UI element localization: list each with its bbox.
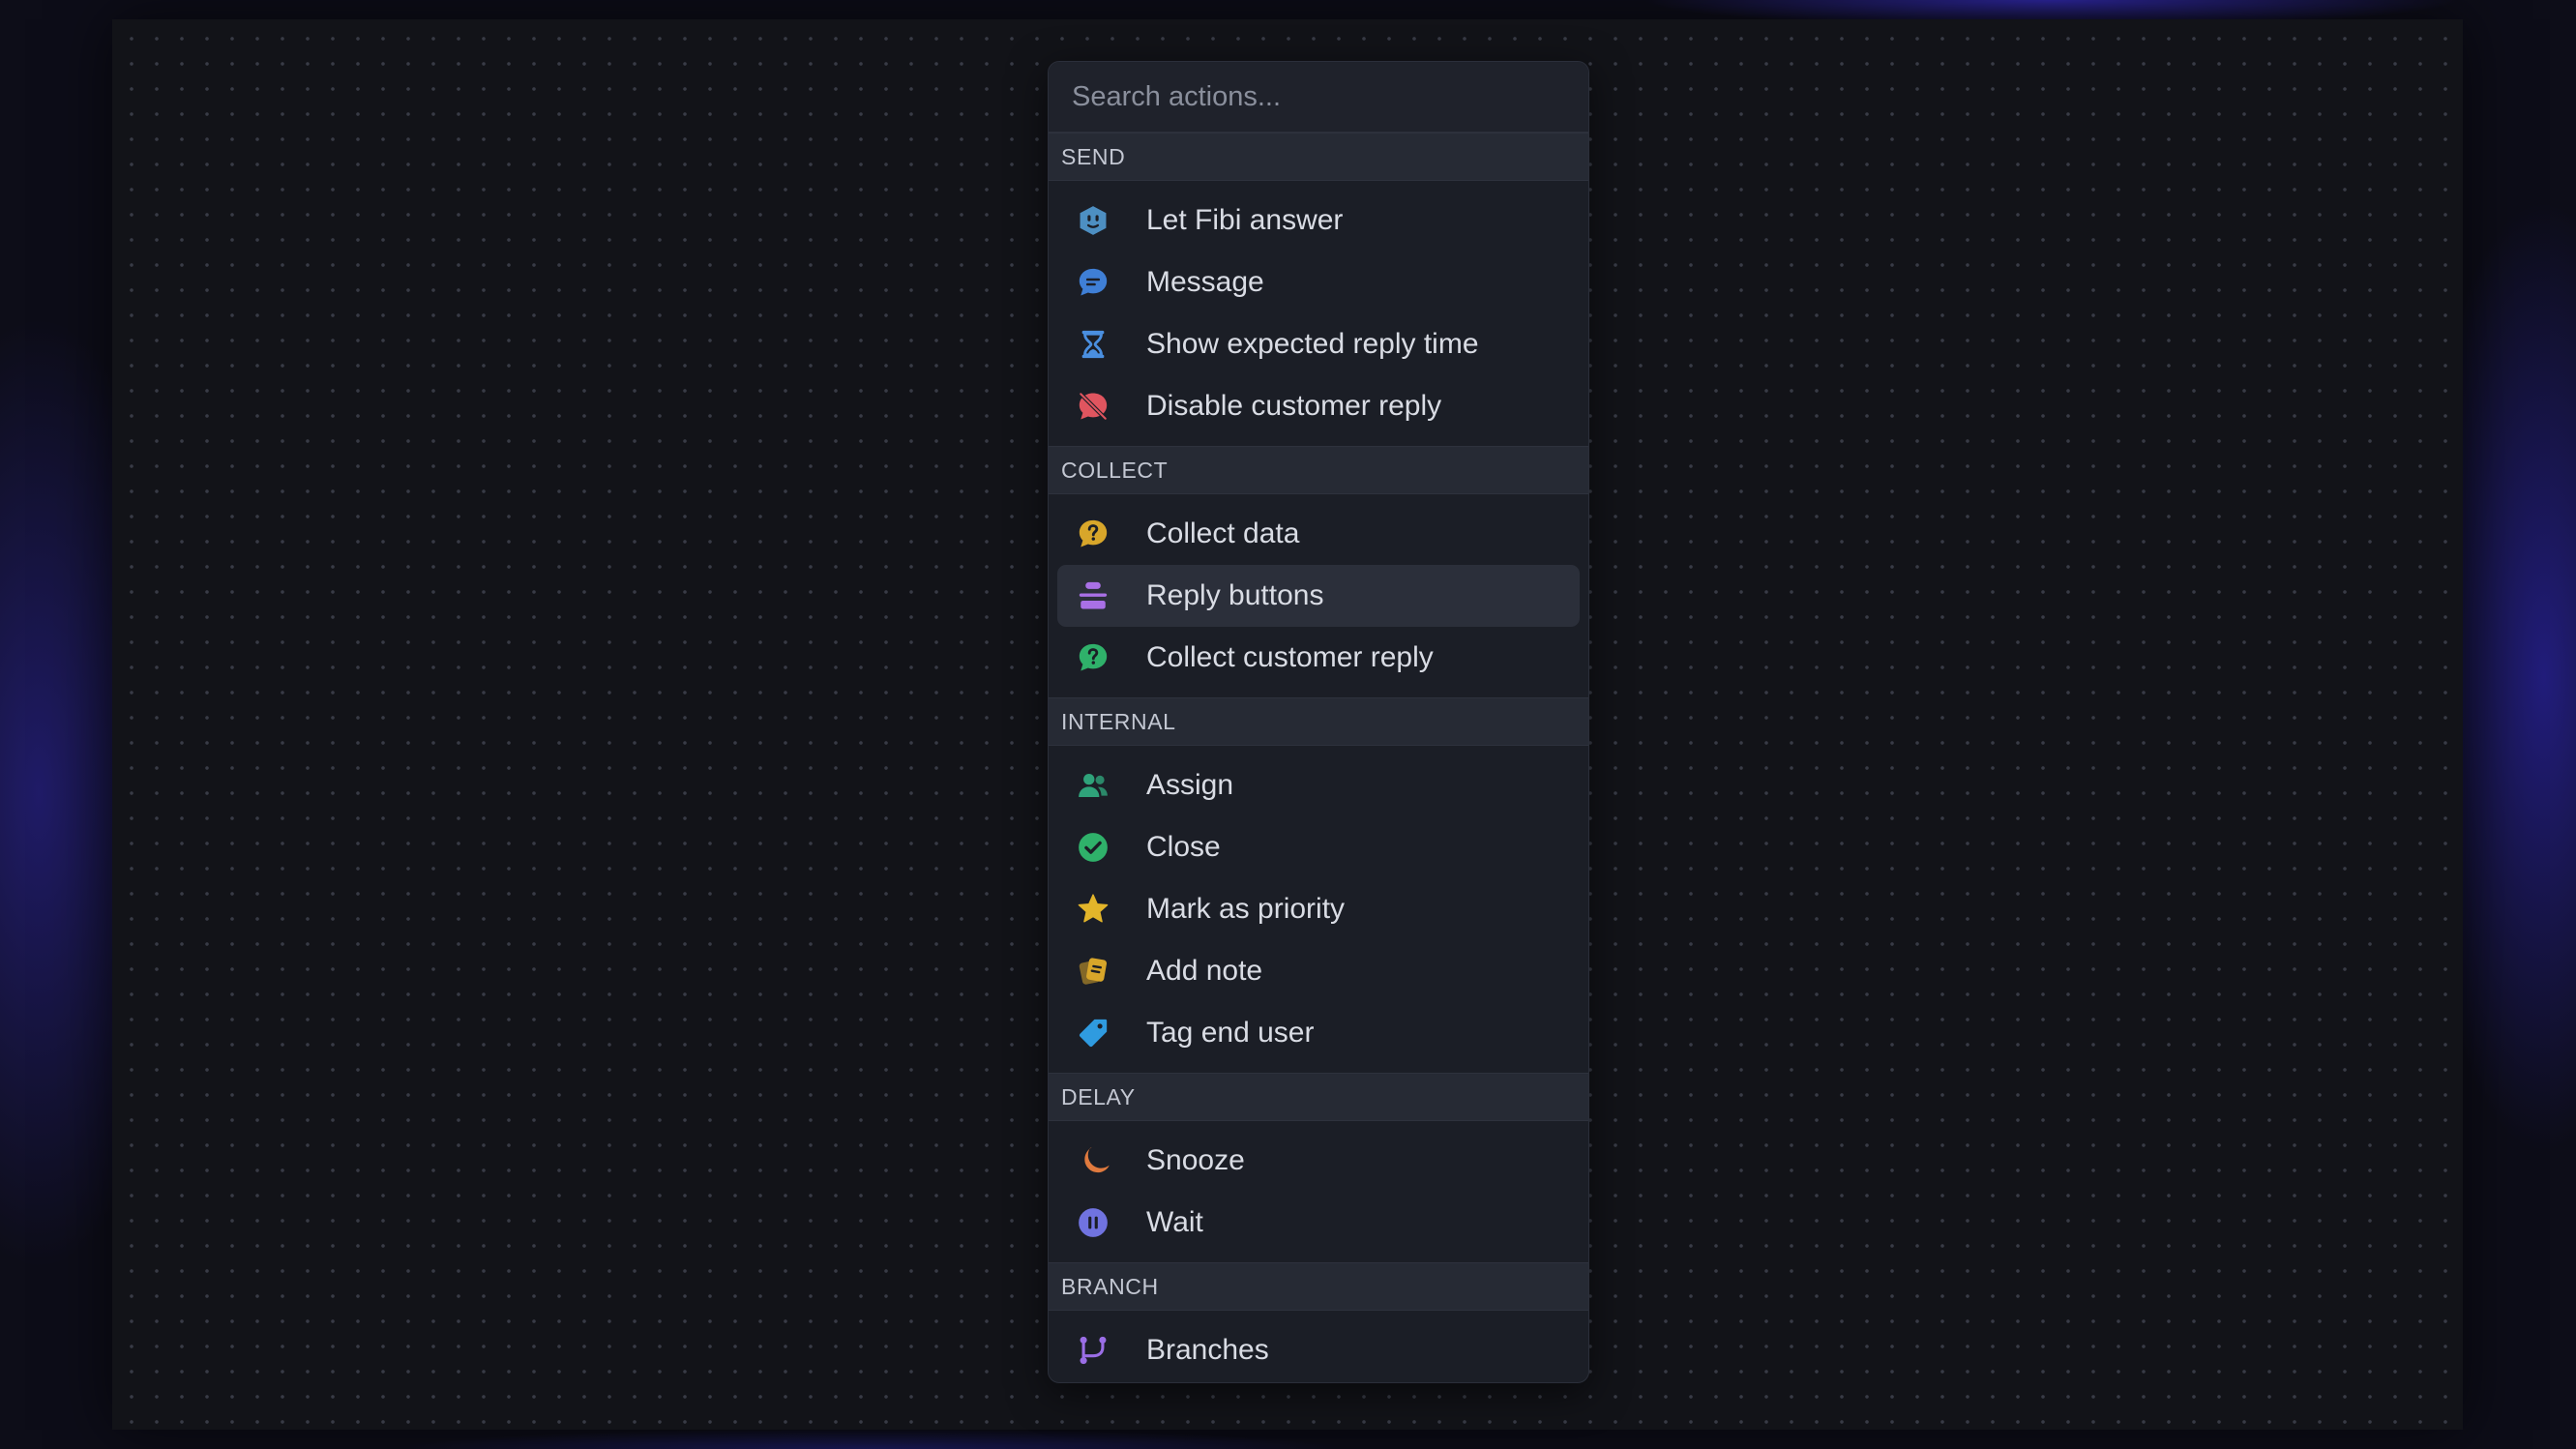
action-item-show-expected-reply-time[interactable]: Show expected reply time bbox=[1057, 313, 1580, 375]
action-item-label: Snooze bbox=[1146, 1144, 1245, 1176]
branch-icon bbox=[1077, 1334, 1110, 1367]
action-item-label: Let Fibi answer bbox=[1146, 204, 1344, 236]
search-bar bbox=[1049, 62, 1588, 133]
action-sections: SEND Let Fibi answer Message Show expected … bbox=[1049, 133, 1588, 1382]
action-item-label: Close bbox=[1146, 831, 1221, 863]
chat-disabled-icon bbox=[1077, 390, 1110, 423]
action-item-close[interactable]: Close bbox=[1057, 816, 1580, 878]
action-picker-panel: SEND Let Fibi answer Message Show expected … bbox=[1048, 61, 1589, 1383]
reply-buttons-icon bbox=[1077, 579, 1110, 612]
star-icon bbox=[1077, 893, 1110, 926]
action-item-add-note[interactable]: Add note bbox=[1057, 940, 1580, 1002]
section-group-collect: Collect data Reply buttons Collect custome… bbox=[1049, 494, 1588, 697]
users-icon bbox=[1077, 769, 1110, 802]
action-item-label: Add note bbox=[1146, 955, 1263, 987]
action-item-disable-customer-reply[interactable]: Disable customer reply bbox=[1057, 375, 1580, 437]
section-group-internal: Assign Close Mark as priority Add note Tag e… bbox=[1049, 746, 1588, 1073]
action-item-assign[interactable]: Assign bbox=[1057, 754, 1580, 816]
section-group-branch: Branches bbox=[1049, 1311, 1588, 1382]
action-item-let-fibi-answer[interactable]: Let Fibi answer bbox=[1057, 190, 1580, 251]
moon-icon bbox=[1077, 1144, 1110, 1177]
action-item-branches[interactable]: Branches bbox=[1057, 1319, 1580, 1381]
action-item-label: Tag end user bbox=[1146, 1017, 1315, 1049]
question-bubble-icon bbox=[1077, 518, 1110, 550]
action-item-message[interactable]: Message bbox=[1057, 251, 1580, 313]
section-group-delay: Snooze Wait bbox=[1049, 1121, 1588, 1262]
section-header-delay: DELAY bbox=[1049, 1073, 1588, 1121]
action-item-label: Branches bbox=[1146, 1334, 1269, 1366]
section-group-send: Let Fibi answer Message Show expected repl… bbox=[1049, 181, 1588, 446]
check-circle-icon bbox=[1077, 831, 1110, 864]
action-item-label: Collect data bbox=[1146, 518, 1300, 549]
note-icon bbox=[1077, 955, 1110, 988]
tag-icon bbox=[1077, 1017, 1110, 1050]
action-item-collect-data[interactable]: Collect data bbox=[1057, 503, 1580, 565]
action-item-wait[interactable]: Wait bbox=[1057, 1192, 1580, 1254]
section-header-branch: BRANCH bbox=[1049, 1262, 1588, 1311]
action-item-label: Mark as priority bbox=[1146, 893, 1346, 925]
search-input[interactable] bbox=[1049, 62, 1588, 132]
action-item-label: Show expected reply time bbox=[1146, 328, 1479, 360]
action-item-label: Message bbox=[1146, 266, 1264, 298]
question-bubble-icon bbox=[1077, 641, 1110, 674]
section-header-send: SEND bbox=[1049, 133, 1588, 181]
chat-bubble-icon bbox=[1077, 266, 1110, 299]
fibi-bot-icon bbox=[1077, 204, 1110, 237]
action-item-label: Assign bbox=[1146, 769, 1234, 801]
action-item-tag-end-user[interactable]: Tag end user bbox=[1057, 1002, 1580, 1064]
action-item-mark-as-priority[interactable]: Mark as priority bbox=[1057, 878, 1580, 940]
section-header-internal: INTERNAL bbox=[1049, 697, 1588, 746]
action-item-reply-buttons[interactable]: Reply buttons bbox=[1057, 565, 1580, 627]
hourglass-icon bbox=[1077, 328, 1110, 361]
action-item-label: Wait bbox=[1146, 1206, 1203, 1238]
action-item-snooze[interactable]: Snooze bbox=[1057, 1130, 1580, 1192]
action-item-label: Reply buttons bbox=[1146, 579, 1324, 611]
action-item-collect-customer-reply[interactable]: Collect customer reply bbox=[1057, 627, 1580, 689]
action-item-label: Disable customer reply bbox=[1146, 390, 1442, 422]
section-header-collect: COLLECT bbox=[1049, 446, 1588, 494]
pause-circle-icon bbox=[1077, 1206, 1110, 1239]
action-item-label: Collect customer reply bbox=[1146, 641, 1434, 673]
